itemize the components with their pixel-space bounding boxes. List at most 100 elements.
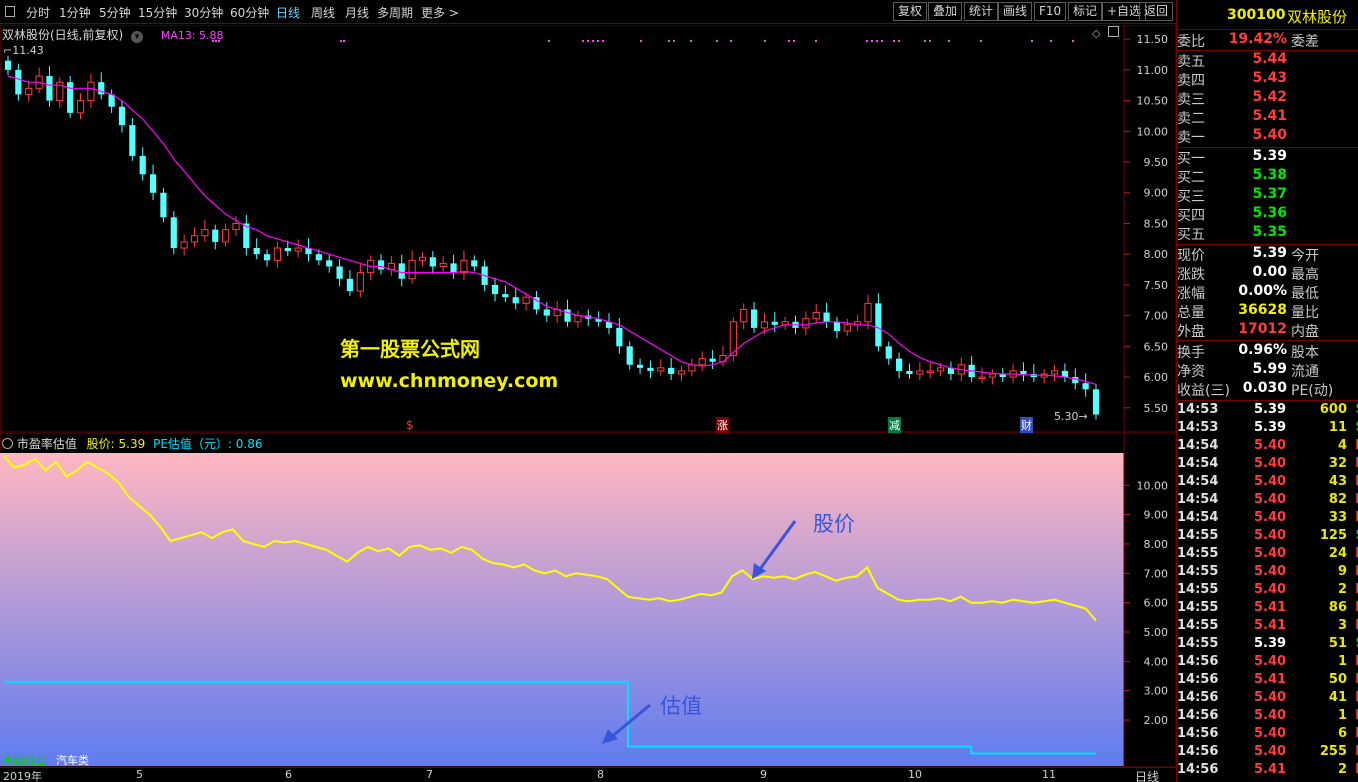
stats-button[interactable]: 统计 (964, 2, 999, 21)
trade-row: 14:545.4033B (1177, 510, 1358, 528)
stock-name: 双林股份 (1287, 8, 1348, 26)
event-mark-reduce[interactable]: 减 (888, 417, 901, 433)
trade-volume: 125 (1319, 528, 1347, 543)
period-tab-1min[interactable]: 1分钟 (59, 4, 91, 21)
period-tab-15min[interactable]: 15分钟 (138, 4, 177, 21)
x-axis-period[interactable]: 日线 (1135, 768, 1159, 782)
candlestick-chart[interactable]: 11.50 11.00 10.50 10.00 9.50 9.00 8.50 8.00 7.50… (0, 25, 1176, 433)
chevron-down-icon[interactable]: ▾ (131, 31, 144, 43)
event-dot (343, 40, 345, 42)
candle-body-down (491, 284, 499, 295)
industry-value[interactable]: 汽车类 (56, 752, 89, 768)
period-tab-5min[interactable]: 5分钟 (99, 4, 131, 21)
ind-y-tick-label: 6.00 (1144, 597, 1169, 610)
event-dot (1050, 40, 1052, 42)
main-y-tick-label: 8.50 (1144, 217, 1169, 230)
trade-time: 14:56 (1177, 690, 1219, 705)
indicator-close-icon[interactable] (2, 438, 13, 449)
candle-body-down (253, 248, 260, 255)
trade-price: 5.40 (1254, 456, 1287, 471)
candle-body-down (616, 327, 623, 347)
stat-row-right-label: 最高 (1291, 267, 1319, 283)
menu-icon[interactable] (5, 6, 15, 17)
draw-line-button[interactable]: 画线 (998, 2, 1033, 21)
x-label-aug: 8 (597, 768, 604, 781)
low-price-marker: 5.30→ (1054, 410, 1088, 423)
ask-row-label: 卖三 (1177, 92, 1205, 108)
trade-time: 14:54 (1177, 438, 1219, 453)
event-mark-rise[interactable]: 涨 (716, 417, 729, 433)
trade-price: 5.41 (1254, 762, 1287, 777)
candle-body-down (750, 309, 758, 328)
period-tab-30min[interactable]: 30分钟 (184, 4, 223, 21)
f10-button[interactable]: F10 (1034, 2, 1067, 21)
event-mark-finance[interactable]: 财 (1020, 417, 1033, 433)
trade-time: 14:56 (1177, 708, 1219, 723)
stat-row-right-label: 今开 (1291, 248, 1319, 264)
indicator-name[interactable]: 市盈率估值 (17, 437, 77, 451)
period-tab-weekly[interactable]: 周线 (311, 4, 335, 21)
period-tab-60min[interactable]: 60分钟 (230, 4, 269, 21)
price-annotation: 股价 (813, 512, 855, 536)
candle-body-up (574, 315, 582, 323)
event-mark-dollar[interactable]: $ (406, 418, 414, 432)
trade-time: 14:55 (1177, 564, 1219, 579)
trade-time: 14:55 (1177, 618, 1219, 633)
candle-body-down (647, 367, 654, 371)
fund-row-right-label: 股本 (1291, 345, 1319, 361)
period-tab-monthly[interactable]: 月线 (345, 4, 369, 21)
candle-body-down (212, 229, 219, 242)
overlay-button[interactable]: 叠加 (928, 2, 963, 21)
bid-row-value: 5.36 (1252, 205, 1287, 221)
x-label-jul: 7 (426, 768, 433, 781)
period-toolbar: 分时 1分钟 5分钟 15分钟 30分钟 60分钟 日线 周线 月线 多周期 更… (0, 0, 1176, 24)
candle-body-up (294, 247, 302, 252)
fund-row-label: 净资 (1177, 364, 1205, 380)
trade-row: 14:555.3951S (1177, 636, 1358, 654)
candle-body-up (439, 262, 447, 267)
period-tab-daily[interactable]: 日线 (276, 4, 300, 21)
event-dot (1031, 40, 1033, 42)
trade-volume: 51 (1328, 636, 1347, 651)
settings-icon[interactable] (1108, 26, 1119, 37)
candle-body-up (76, 100, 85, 114)
stock-chart-label[interactable]: 双林股份(日线,前复权) (2, 28, 123, 42)
bid-row-value: 5.37 (1252, 186, 1287, 202)
back-button[interactable]: 返回 (1139, 2, 1174, 21)
bid-row-value: 5.38 (1252, 167, 1287, 183)
weibi-label: 委比 (1177, 34, 1205, 50)
period-tab-fenshi[interactable]: 分时 (26, 4, 50, 21)
stat-row-label: 总量 (1177, 305, 1205, 321)
candle-body-up (657, 367, 665, 372)
event-dot (716, 40, 718, 42)
weicha-label: 委差 (1291, 34, 1319, 50)
trade-row: 14:555.413B (1177, 618, 1358, 636)
candle-body-up (460, 259, 468, 274)
x-label-2019: 2019年 (3, 770, 42, 782)
candle-body-up (740, 308, 748, 323)
mark-button[interactable]: 标记 (1068, 2, 1103, 21)
diamond-icon[interactable]: ◇ (1092, 27, 1100, 40)
pe-valuation-chart[interactable]: 10.00 9.00 8.00 7.00 6.00 5.00 4.00 3.00 2.00 (0, 433, 1176, 767)
fuquan-button[interactable]: 复权 (893, 2, 928, 21)
fund-row: 收益(三) 0.030 PE(动) (1177, 380, 1358, 399)
candle-body-down (398, 263, 405, 279)
period-tab-more[interactable]: 更多 > (421, 4, 459, 21)
ind-y-tick-label: 7.00 (1144, 567, 1169, 580)
candle-body-up (25, 87, 33, 95)
trade-time: 14:53 (1177, 402, 1219, 417)
trade-time: 14:55 (1177, 600, 1219, 615)
ask-row-label: 卖一 (1177, 130, 1205, 146)
candle-body-down (512, 297, 519, 304)
x-label-oct: 10 (908, 768, 922, 781)
trade-price: 5.40 (1254, 708, 1287, 723)
main-y-tick-label: 6.50 (1144, 340, 1169, 353)
period-tab-multi[interactable]: 多周期 (377, 4, 413, 21)
trade-time: 14:55 (1177, 546, 1219, 561)
bid-row-value: 5.35 (1252, 224, 1287, 240)
event-dot (587, 40, 589, 42)
trade-volume: 50 (1328, 672, 1347, 687)
trade-time: 14:54 (1177, 492, 1219, 507)
candle-body-down (346, 278, 354, 292)
candle-body-down (336, 266, 343, 279)
